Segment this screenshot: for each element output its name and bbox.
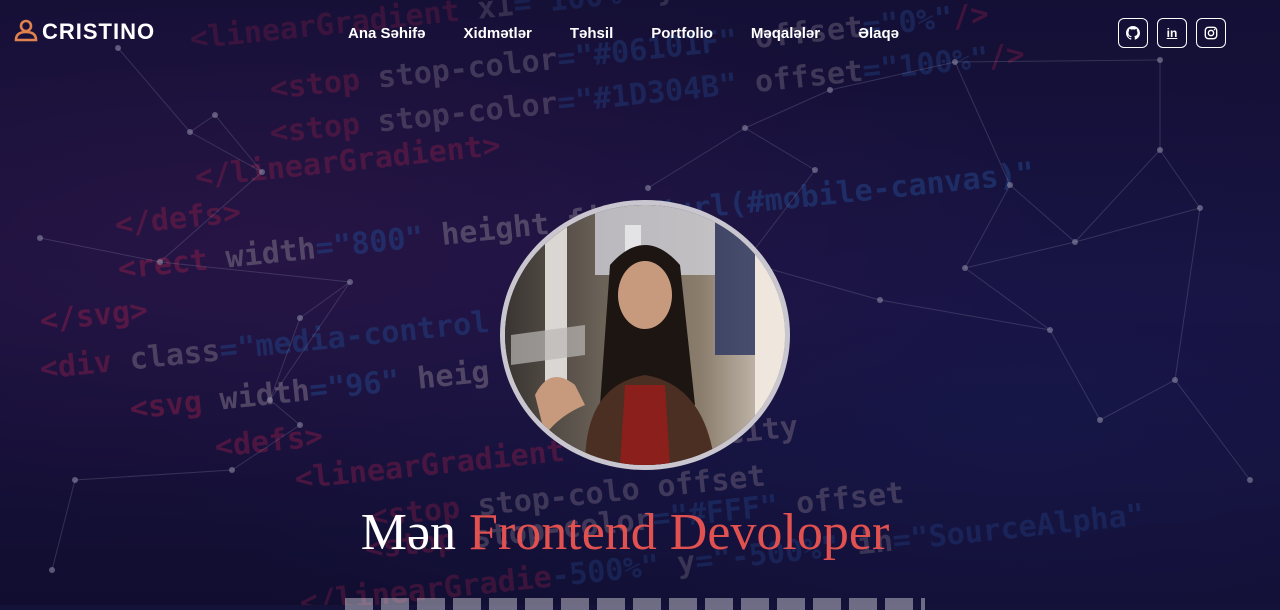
headline-role: Frontend Devoloper bbox=[469, 504, 890, 561]
nav-item-contact[interactable]: Əlaqə bbox=[858, 24, 899, 44]
nav-item-articles[interactable]: Məqalələr bbox=[751, 24, 820, 44]
nav-item-portfolio[interactable]: Portfolio bbox=[651, 24, 713, 44]
site-header: CRISTINO Ana Səhifə Xidmətlər Təhsil Por… bbox=[0, 0, 1280, 66]
linkedin-icon: in bbox=[1166, 26, 1178, 40]
github-button[interactable] bbox=[1118, 18, 1148, 48]
nav-item-home[interactable]: Ana Səhifə bbox=[348, 24, 426, 44]
profile-portrait-image bbox=[505, 205, 785, 465]
profile-photo bbox=[500, 200, 790, 470]
linkedin-button[interactable]: in bbox=[1157, 18, 1187, 48]
social-links: in bbox=[1118, 18, 1226, 48]
hero-headline: Mən Frontend Devoloper bbox=[0, 500, 1250, 566]
user-icon bbox=[14, 18, 38, 46]
brand-name: CRISTINO bbox=[42, 19, 156, 44]
nav-item-services[interactable]: Xidmətlər bbox=[464, 24, 532, 44]
hero-subtitle-cutoff bbox=[345, 598, 925, 610]
brand-logo[interactable]: CRISTINO bbox=[14, 18, 155, 46]
instagram-button[interactable] bbox=[1196, 18, 1226, 48]
headline-prefix: Mən bbox=[360, 504, 457, 561]
instagram-icon bbox=[1204, 26, 1218, 40]
github-icon bbox=[1126, 26, 1140, 40]
nav-item-education[interactable]: Təhsil bbox=[570, 24, 613, 44]
main-nav: Ana Səhifə Xidmətlər Təhsil Portfolio Mə… bbox=[348, 24, 937, 44]
